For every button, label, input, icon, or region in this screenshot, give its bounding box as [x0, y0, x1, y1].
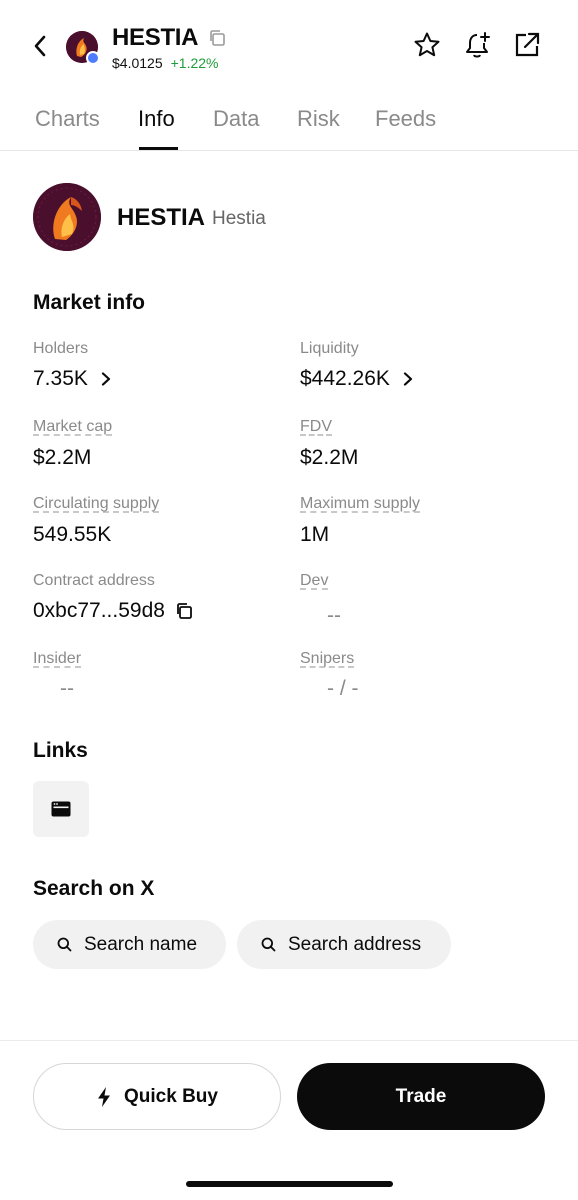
search-on-x-title: Search on X — [33, 877, 155, 900]
tab-charts[interactable]: Charts — [35, 106, 100, 132]
liquidity-value-text: $442.26K — [300, 367, 390, 390]
token-name: Hestia — [212, 208, 266, 229]
market-cap-label[interactable]: Market cap — [33, 418, 112, 436]
trade-button[interactable]: Trade — [297, 1063, 545, 1130]
star-icon — [414, 32, 440, 57]
insider-value: -- — [60, 677, 74, 700]
search-address-label: Search address — [288, 933, 422, 955]
token-symbol: HESTIA — [117, 204, 206, 231]
tab-info[interactable]: Info — [138, 106, 175, 132]
market-cap-value: $2.2M — [33, 446, 92, 469]
search-name-label: Search name — [84, 933, 198, 955]
circulating-supply-label[interactable]: Circulating supply — [33, 495, 159, 513]
quick-buy-button[interactable]: Quick Buy — [33, 1063, 281, 1130]
website-link-button[interactable] — [33, 781, 89, 837]
holders-label: Holders — [33, 340, 89, 357]
snipers-value: - / - — [327, 677, 359, 700]
fdv-value: $2.2M — [300, 446, 359, 469]
maximum-supply-label[interactable]: Maximum supply — [300, 495, 420, 513]
liquidity-label: Liquidity — [300, 340, 359, 357]
search-icon — [57, 937, 72, 952]
fdv-label[interactable]: FDV — [300, 418, 332, 436]
holders-value-text: 7.35K — [33, 367, 88, 390]
dev-value: -- — [327, 604, 341, 627]
circulating-supply-value: 549.55K — [33, 523, 112, 546]
search-name-button[interactable]: Search name — [33, 920, 226, 969]
tab-risk[interactable]: Risk — [297, 106, 340, 132]
share-external-icon — [515, 32, 540, 57]
bell-plus-icon — [466, 32, 490, 58]
copy-icon[interactable] — [175, 602, 193, 620]
trade-label: Trade — [395, 1085, 447, 1107]
header: HESTIA $4.0125 +1.22% — [0, 0, 578, 90]
tab-bar: Charts Info Data Risk Feeds — [0, 96, 578, 151]
back-button[interactable] — [26, 32, 54, 60]
token-symbol-title: HESTIA — [112, 24, 199, 51]
copy-icon[interactable] — [208, 29, 226, 47]
favorite-button[interactable] — [412, 30, 442, 60]
contract-address-label: Contract address — [33, 572, 155, 589]
website-icon — [51, 801, 71, 817]
price-alert-button[interactable] — [462, 30, 492, 60]
holders-value[interactable]: 7.35K — [33, 367, 112, 391]
share-button[interactable] — [512, 30, 542, 60]
back-icon — [34, 35, 46, 57]
maximum-supply-value: 1M — [300, 523, 330, 546]
contract-address-text: 0xbc77...59d8 — [33, 599, 165, 622]
snipers-label[interactable]: Snipers — [300, 650, 354, 668]
insider-label[interactable]: Insider — [33, 650, 81, 668]
token-price: $4.0125 — [112, 55, 163, 71]
price-change: +1.22% — [170, 55, 219, 71]
chevron-right-icon — [101, 372, 110, 386]
lightning-icon — [98, 1086, 110, 1107]
search-icon — [261, 937, 276, 952]
liquidity-value[interactable]: $442.26K — [300, 367, 414, 391]
market-info-title: Market info — [33, 291, 146, 314]
search-address-button[interactable]: Search address — [237, 920, 451, 969]
bottom-divider — [0, 1040, 578, 1041]
home-indicator — [186, 1181, 393, 1187]
active-tab-indicator — [139, 147, 178, 150]
quick-buy-label: Quick Buy — [124, 1085, 218, 1107]
tab-feeds[interactable]: Feeds — [375, 106, 436, 132]
token-logo — [33, 183, 101, 251]
chevron-right-icon — [403, 372, 413, 386]
contract-address-value[interactable]: 0xbc77...59d8 — [33, 599, 193, 623]
dev-label[interactable]: Dev — [300, 572, 328, 590]
tab-data[interactable]: Data — [213, 106, 259, 132]
chain-badge-icon — [86, 51, 100, 65]
links-title: Links — [33, 739, 88, 762]
